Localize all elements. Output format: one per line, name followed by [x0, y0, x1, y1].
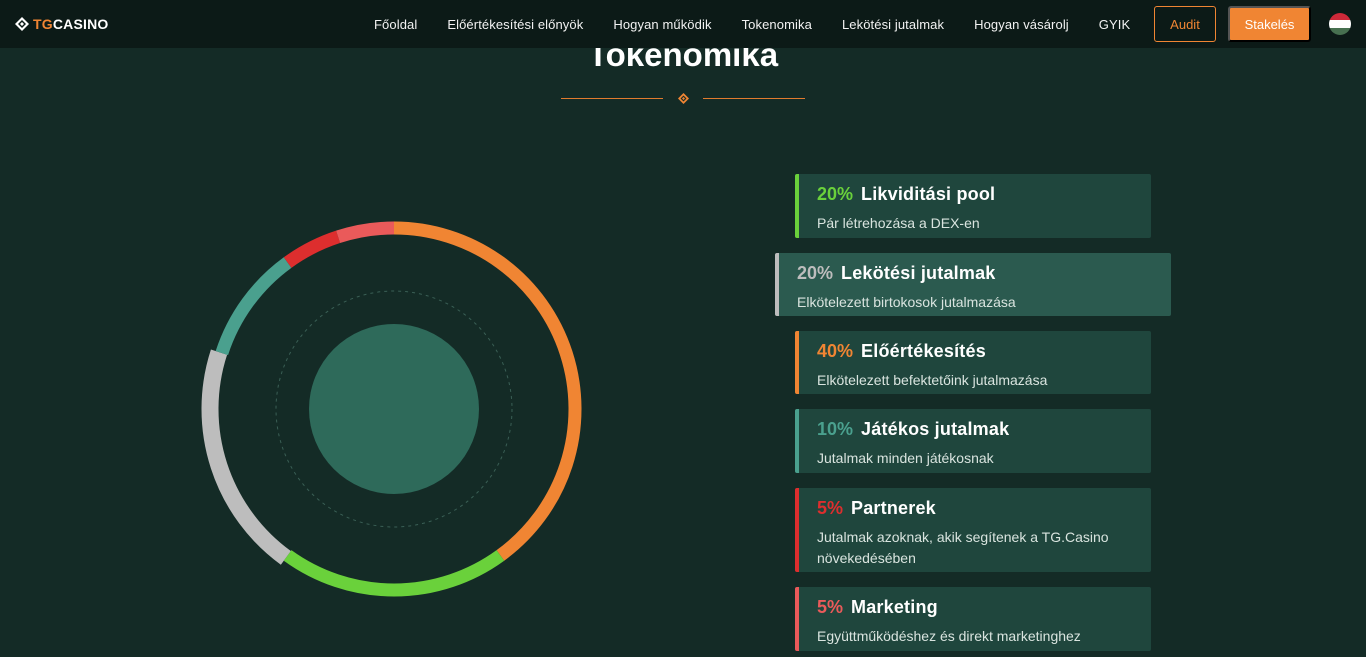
legend-title: Marketing	[851, 597, 938, 617]
legend-title: Partnerek	[851, 498, 936, 518]
title-divider-left	[561, 98, 663, 99]
nav-presale-benefits[interactable]: Előértékesítési előnyök	[447, 17, 583, 32]
nav-home[interactable]: Főoldal	[374, 17, 417, 32]
legend-percent: 40%	[817, 341, 854, 361]
legend-title: Előértékesítés	[861, 341, 986, 361]
nav-tokenomics[interactable]: Tokenomika	[742, 17, 812, 32]
logo-text-tg: TG	[33, 16, 53, 32]
legend-title: Likviditási pool	[861, 184, 996, 204]
legend-description: Együttműködéshez és direkt marketinghez	[817, 628, 1081, 644]
flag-stripe-white	[1329, 20, 1351, 28]
legend-card-liquidity[interactable]: 20% Likviditási pool Pár létrehozása a D…	[795, 174, 1151, 238]
legend-title: Lekötési jutalmak	[841, 263, 996, 283]
site-logo[interactable]: TG CASINO	[15, 15, 109, 33]
legend-card-staking[interactable]: 20% Lekötési jutalmak Elkötelezett birto…	[775, 253, 1171, 316]
legend-description: Jutalmak azoknak, akik segítenek a TG.Ca…	[817, 529, 1109, 566]
tokenomics-donut-chart	[201, 221, 582, 597]
logo-text-casino: CASINO	[52, 16, 109, 32]
legend-card-partners[interactable]: 5% Partnerek Jutalmak azoknak, akik segí…	[795, 488, 1151, 572]
legend-description: Elkötelezett befektetőink jutalmazása	[817, 372, 1048, 388]
flag-stripe-red	[1329, 13, 1351, 21]
legend-card-presale[interactable]: 40% Előértékesítés Elkötelezett befektet…	[795, 331, 1151, 394]
legend-description: Pár létrehozása a DEX-en	[817, 215, 980, 231]
diamond-icon	[678, 93, 689, 104]
hungarian-flag-icon[interactable]	[1329, 13, 1351, 35]
legend-description: Jutalmak minden játékosnak	[817, 450, 994, 466]
main-nav: Főoldal Előértékesítési előnyök Hogyan m…	[374, 0, 1160, 48]
nav-staking-rewards[interactable]: Lekötési jutalmak	[842, 17, 944, 32]
donut-segment-6[interactable]	[336, 221, 395, 244]
donut-segment-2[interactable]	[201, 349, 291, 565]
top-navigation-bar: TG CASINO Főoldal Előértékesítési előnyök…	[0, 0, 1366, 48]
nav-faq[interactable]: GYIK	[1099, 17, 1130, 32]
title-divider-right	[703, 98, 805, 99]
legend-description: Elkötelezett birtokosok jutalmazása	[797, 294, 1016, 310]
legend-percent: 20%	[817, 184, 854, 204]
legend-card-marketing[interactable]: 5% Marketing Együttműködéshez és direkt …	[795, 587, 1151, 651]
audit-button[interactable]: Audit	[1154, 6, 1216, 42]
flag-stripe-green	[1329, 27, 1351, 35]
donut-segment-5[interactable]	[283, 230, 341, 268]
logo-diamond-icon	[15, 17, 29, 31]
legend-title: Játékos jutalmak	[861, 419, 1010, 439]
donut-segment-1[interactable]	[283, 550, 505, 597]
legend-percent: 5%	[817, 597, 844, 617]
donut-segment-4[interactable]	[215, 257, 292, 356]
legend-percent: 10%	[817, 419, 854, 439]
staking-button[interactable]: Stakelés	[1228, 6, 1311, 42]
legend-percent: 5%	[817, 498, 844, 518]
legend-percent: 20%	[797, 263, 834, 283]
chart-center-disc	[309, 324, 479, 494]
nav-how-it-works[interactable]: Hogyan működik	[613, 17, 711, 32]
legend-card-player-rewards[interactable]: 10% Játékos jutalmak Jutalmak minden ját…	[795, 409, 1151, 473]
nav-how-to-buy[interactable]: Hogyan vásárolj	[974, 17, 1069, 32]
